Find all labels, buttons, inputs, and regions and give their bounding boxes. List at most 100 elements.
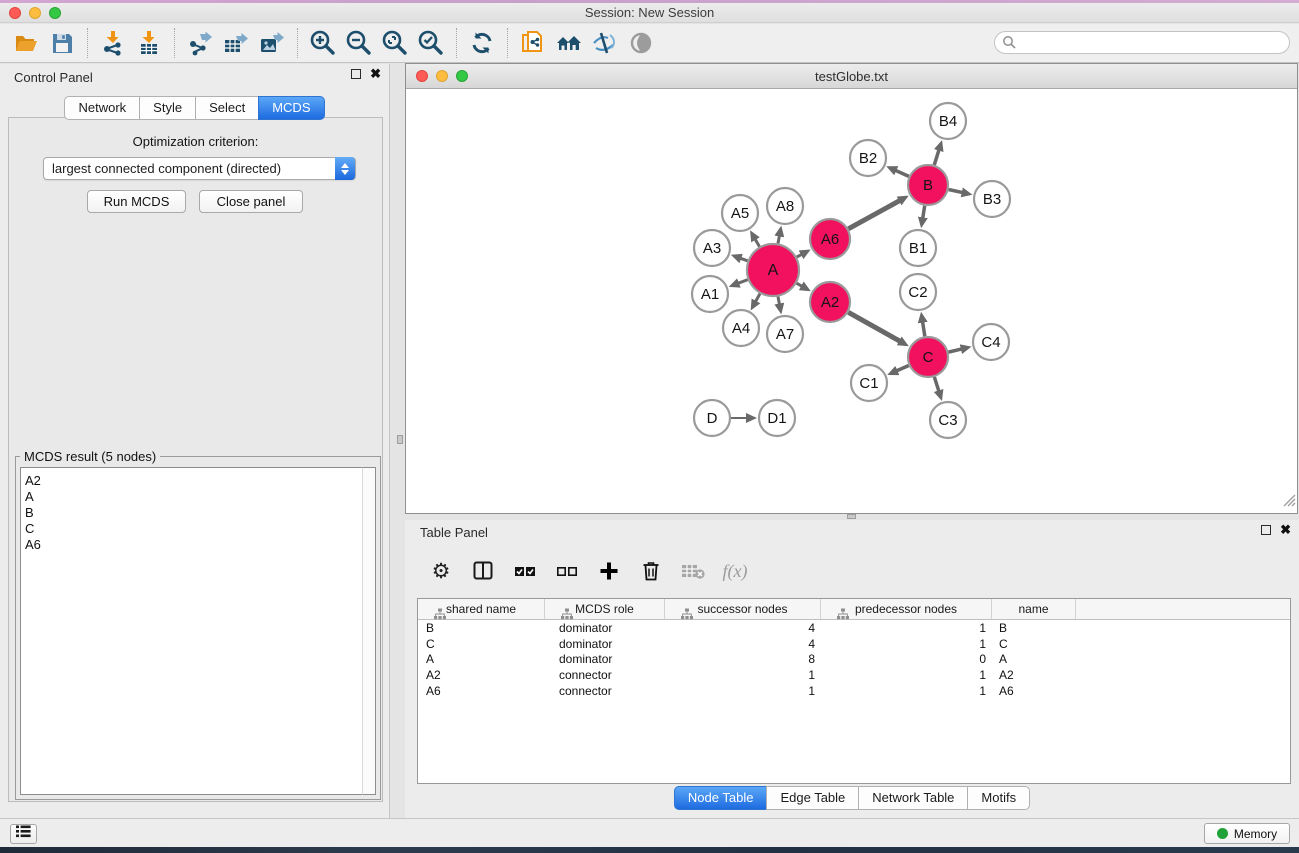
network-window-titlebar[interactable]: testGlobe.txt [406,64,1297,89]
table-cell[interactable]: 4 [665,637,821,651]
zoom-in-button[interactable] [305,26,341,60]
graph-edge-A-A2[interactable] [797,283,803,286]
delete-table-icon[interactable] [679,556,707,586]
splitpane-handle-horizontal[interactable] [847,514,856,519]
table-row[interactable]: Cdominator41C [418,636,1290,652]
function-builder-icon[interactable]: f(x) [721,556,749,586]
import-network-button[interactable] [95,26,131,60]
criterion-select[interactable]: largest connected component (directed) [43,157,356,180]
table-cell[interactable]: A2 [418,668,545,682]
close-panel-button[interactable]: Close panel [199,190,303,213]
graph-edge-B-B1[interactable] [923,206,925,219]
tab-network[interactable]: Network [64,96,140,120]
table-cell[interactable]: C [992,637,1076,651]
table-tab-node-table[interactable]: Node Table [674,786,768,810]
table-tab-edge-table[interactable]: Edge Table [766,786,859,810]
graph-edge-A2-C[interactable] [848,312,900,341]
table-cell[interactable]: B [992,621,1076,635]
search-input[interactable] [994,31,1290,54]
close-panel-icon[interactable]: ✖ [370,69,381,79]
table-cell[interactable]: 1 [821,621,992,635]
select-all-icon[interactable] [511,556,539,586]
table-cell[interactable]: A [992,652,1076,666]
table-row[interactable]: A6connector11A6 [418,683,1290,699]
gear-icon[interactable]: ⚙ [427,556,455,586]
table-cell[interactable]: dominator [545,652,665,666]
graph-edge-B-B3[interactable] [949,189,963,192]
table-row[interactable]: Bdominator41B [418,620,1290,636]
network-canvas[interactable]: B4B2BB3A8A5A6A3B1AA1C2A2A4A7C4CC1C3DD1 [406,89,1297,513]
column-header-successor-nodes[interactable]: successor nodes [665,599,821,619]
table-tab-network-table[interactable]: Network Table [858,786,968,810]
graph-edge-A-A5[interactable] [755,239,759,247]
show-panels-button[interactable] [10,824,37,844]
hide-details-button[interactable] [587,26,623,60]
graph-edge-B-B4[interactable] [934,150,939,165]
graph-edge-B-B2[interactable] [895,170,908,176]
table-cell[interactable]: C [418,637,545,651]
table-cell[interactable]: A2 [992,668,1076,682]
graph-edge-A-A8[interactable] [778,235,779,243]
graph-edge-A-A3[interactable] [740,258,747,261]
table-row[interactable]: Adominator80A [418,652,1290,668]
graph-edge-C-C1[interactable] [896,365,908,370]
splitpane-handle-vertical[interactable] [397,435,403,444]
table-cell[interactable]: 1 [821,668,992,682]
table-cell[interactable]: dominator [545,621,665,635]
add-column-icon[interactable] [595,556,623,586]
graph-edge-A6-B[interactable] [848,200,900,228]
zoom-fit-button[interactable] [377,26,413,60]
memory-button[interactable]: Memory [1204,823,1290,844]
graph-edge-C-C4[interactable] [948,349,961,352]
table-row[interactable]: A2connector11A2 [418,667,1290,683]
graph-edge-A-A6[interactable] [797,254,802,257]
open-session-button[interactable] [8,26,44,60]
table-cell[interactable]: 1 [821,637,992,651]
table-cell[interactable]: 1 [665,684,821,698]
table-cell[interactable]: A6 [992,684,1076,698]
export-table-button[interactable] [218,26,254,60]
table-cell[interactable]: B [418,621,545,635]
graph-edge-A-A4[interactable] [755,294,759,302]
mcds-result-item[interactable]: A2 [25,473,375,489]
table-cell[interactable]: 8 [665,652,821,666]
close-table-panel-icon[interactable]: ✖ [1280,525,1291,535]
graph-edge-A-A1[interactable] [738,280,748,284]
table-cell[interactable]: 4 [665,621,821,635]
table-cell[interactable]: dominator [545,637,665,651]
mcds-result-item[interactable]: A6 [25,537,375,553]
deselect-all-icon[interactable] [553,556,581,586]
tab-select[interactable]: Select [195,96,259,120]
resize-grip-icon[interactable] [1283,494,1296,512]
zoom-out-button[interactable] [341,26,377,60]
tab-style[interactable]: Style [139,96,196,120]
column-view-icon[interactable] [469,556,497,586]
table-cell[interactable]: connector [545,668,665,682]
graph-edge-C-C3[interactable] [934,377,939,391]
graph-edge-A-A7[interactable] [778,297,779,305]
duplicate-network-button[interactable] [515,26,551,60]
table-cell[interactable]: A [418,652,545,666]
table-tab-motifs[interactable]: Motifs [967,786,1030,810]
show-details-button[interactable] [623,26,659,60]
float-table-panel-icon[interactable] [1261,525,1271,535]
table-cell[interactable]: 0 [821,652,992,666]
mcds-result-item[interactable]: A [25,489,375,505]
refresh-layout-button[interactable] [464,26,500,60]
save-session-button[interactable] [44,26,80,60]
run-mcds-button[interactable]: Run MCDS [87,190,186,213]
tab-mcds[interactable]: MCDS [258,96,324,120]
column-header-shared-name[interactable]: shared name [418,599,545,619]
table-cell[interactable]: 1 [821,684,992,698]
result-list-scrollbar[interactable] [362,467,376,795]
mcds-result-item[interactable]: B [25,505,375,521]
import-table-button[interactable] [131,26,167,60]
export-image-button[interactable] [254,26,290,60]
export-network-button[interactable] [182,26,218,60]
mcds-result-item[interactable]: C [25,521,375,537]
column-header-mcds-role[interactable]: MCDS role [545,599,665,619]
table-cell[interactable]: A6 [418,684,545,698]
delete-column-icon[interactable] [637,556,665,586]
table-cell[interactable]: connector [545,684,665,698]
home-button[interactable] [551,26,587,60]
